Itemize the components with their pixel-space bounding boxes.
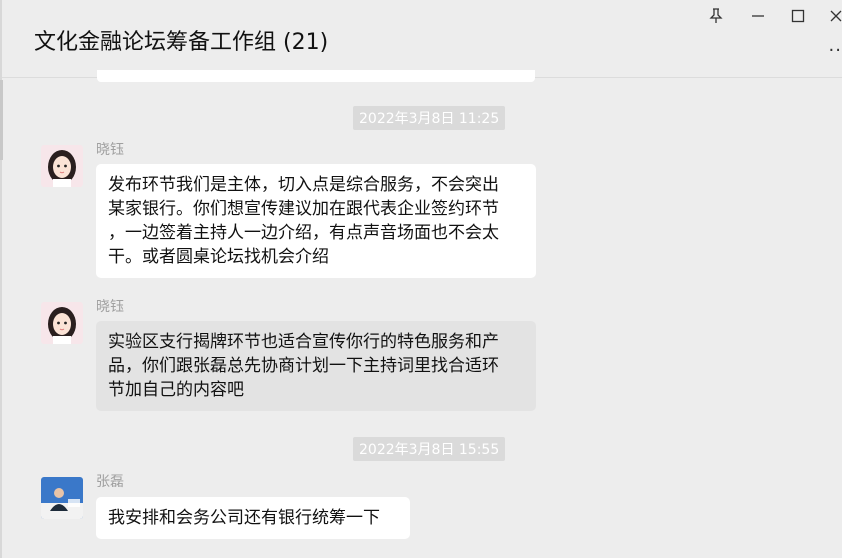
message-bubble[interactable]: 发布环节我们是主体，切入点是综合服务，不会突出 某家银行。你们想宣传建议加在跟代… (96, 164, 536, 278)
sender-name: 晓钰 (96, 142, 124, 158)
timestamp: 2022年3月8日 15:55 (353, 437, 506, 461)
message-line: 节加自己的内容吧 (108, 380, 244, 400)
pin-icon[interactable] (704, 4, 728, 28)
message-bubble[interactable]: 我安排和会务公司还有银行统筹一下 (96, 497, 410, 539)
avatar[interactable] (41, 145, 83, 187)
scrollbar-thumb[interactable] (0, 80, 3, 160)
avatar[interactable] (41, 302, 83, 344)
timestamp: 2022年3月8日 11:25 (353, 106, 506, 130)
message-line: 实验区支行揭牌环节也适合宣传你行的特色服务和产 (108, 332, 499, 352)
chat-header: 文化金融论坛筹备工作组 (21) ·· (2, 0, 842, 78)
message-line: 品，你们跟张磊总先协商计划一下主持词里找合适环 (108, 356, 499, 376)
maximize-icon[interactable] (786, 4, 810, 28)
minimize-icon[interactable] (746, 4, 770, 28)
message-line: ，一边签着主持人一边介绍，有点声音场面也不会太 (108, 223, 499, 243)
more-icon[interactable]: ·· (829, 40, 842, 61)
sender-name: 张磊 (96, 474, 124, 490)
chat-title: 文化金融论坛筹备工作组 (21) (34, 30, 329, 55)
previous-message-bubble (97, 70, 535, 82)
message-line: 干。或者圆桌论坛找机会介绍 (108, 247, 329, 267)
close-icon[interactable] (828, 4, 842, 28)
message-line: 某家银行。你们想宣传建议加在跟代表企业签约环节 (108, 199, 499, 219)
sender-name: 晓钰 (96, 299, 124, 315)
message-line: 发布环节我们是主体，切入点是综合服务，不会突出 (108, 175, 499, 195)
avatar[interactable] (41, 477, 83, 519)
message-bubble[interactable]: 实验区支行揭牌环节也适合宣传你行的特色服务和产 品，你们跟张磊总先协商计划一下主… (96, 321, 536, 411)
message-line: 我安排和会务公司还有银行统筹一下 (108, 508, 380, 528)
